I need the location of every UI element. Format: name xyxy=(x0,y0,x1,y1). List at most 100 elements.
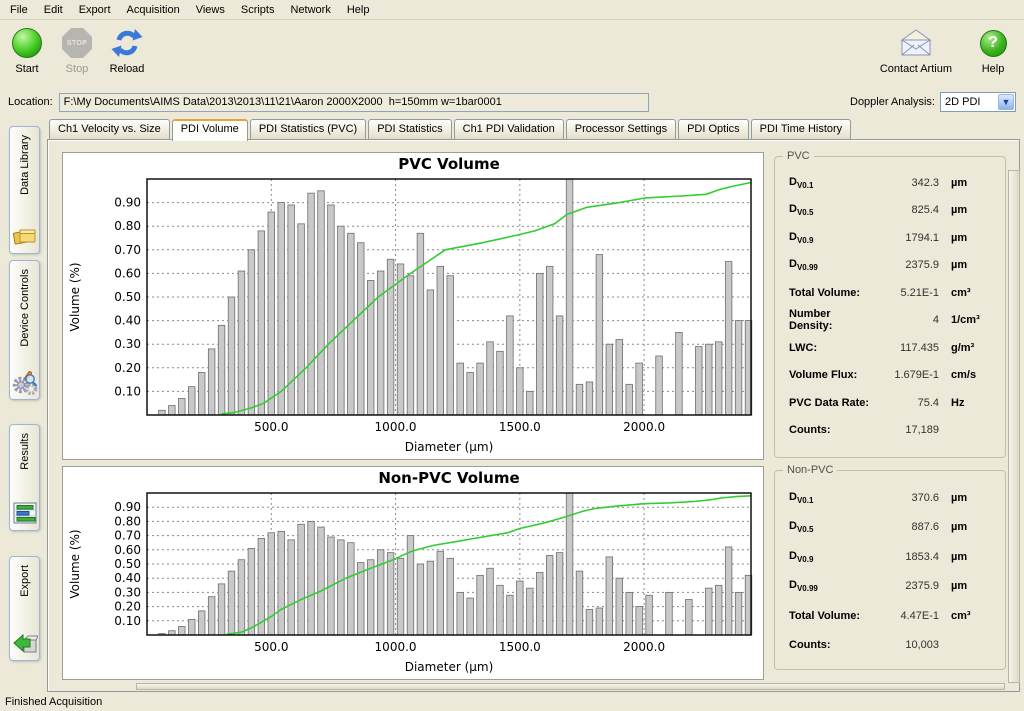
tab-ch1-pdi-validation[interactable]: Ch1 PDI Validation xyxy=(454,119,564,139)
contact-artium-label: Contact Artium xyxy=(880,63,952,75)
stat-unit: cm³ xyxy=(951,287,997,299)
svg-text:0.70: 0.70 xyxy=(114,243,141,257)
chart-svg: 0.100.200.300.400.500.600.700.800.90500.… xyxy=(63,467,763,679)
y-axis-label: Volume (%) xyxy=(68,529,82,598)
menu-item-export[interactable]: Export xyxy=(71,1,119,19)
status-bar: Finished Acquisition xyxy=(0,692,1024,711)
tab-content: 0.100.200.300.400.500.600.700.800.90500.… xyxy=(47,139,1020,692)
help-button-label: Help xyxy=(982,63,1005,75)
svg-text:0.80: 0.80 xyxy=(114,514,141,528)
stat-label: DV0.1 xyxy=(789,176,875,190)
app-window: { "menu": { "items": ["File", "Edit", "E… xyxy=(0,0,1024,711)
pvc-volume-chart: 0.100.200.300.400.500.600.700.800.90500.… xyxy=(62,152,764,460)
stat-value: 4.47E-1 xyxy=(875,610,939,622)
start-button[interactable]: Start xyxy=(8,25,46,75)
toolbar-left-group: Start STOP Stop Reload xyxy=(8,25,146,75)
svg-text:0.30: 0.30 xyxy=(114,337,141,351)
export-arrow-icon xyxy=(12,630,38,656)
stat-value: 117.435 xyxy=(875,342,939,354)
sidebar-item-data-library[interactable]: Data Library xyxy=(9,126,40,254)
envelope-icon xyxy=(898,28,934,58)
stop-icon: STOP xyxy=(62,28,92,58)
tab-ch1-velocity-vs-size[interactable]: Ch1 Velocity vs. Size xyxy=(49,119,170,139)
stat-value: 1853.4 xyxy=(875,551,939,563)
svg-text:0.10: 0.10 xyxy=(114,384,141,398)
menu-item-views[interactable]: Views xyxy=(188,1,233,19)
gears-icon xyxy=(12,369,38,395)
menu-item-acquisition[interactable]: Acquisition xyxy=(119,1,188,19)
stat-label: Number Density: xyxy=(789,308,875,332)
tab-pdi-optics[interactable]: PDI Optics xyxy=(678,119,749,139)
location-bar: Location: Doppler Analysis: 2D PDI ▼ xyxy=(0,86,1024,118)
stat-unit: cm/s xyxy=(951,369,997,381)
chevron-down-icon[interactable]: ▼ xyxy=(998,94,1014,110)
svg-text:2000.0: 2000.0 xyxy=(623,420,665,434)
stat-row: PVC Data Rate:75.4Hz xyxy=(775,389,1005,417)
stat-unit: µm xyxy=(951,492,997,504)
contact-artium-button[interactable]: Contact Artium xyxy=(880,25,952,75)
svg-text:0.90: 0.90 xyxy=(114,500,141,514)
svg-text:1000.0: 1000.0 xyxy=(375,640,417,654)
stop-button[interactable]: STOP Stop xyxy=(58,25,96,75)
sidebar-item-label: Device Controls xyxy=(19,269,31,347)
sidebar-item-label: Data Library xyxy=(19,135,31,195)
stat-label: Counts: xyxy=(789,424,875,436)
sidebar-item-export[interactable]: Export xyxy=(9,556,40,661)
main-area: Data Library Device Controls Results xyxy=(0,118,1024,692)
menu-item-network[interactable]: Network xyxy=(282,1,338,19)
non-pvc-stats-groupbox: Non-PVC DV0.1370.6µmDV0.5887.6µmDV0.9185… xyxy=(774,470,1006,670)
stat-unit: µm xyxy=(951,259,997,271)
svg-text:500.0: 500.0 xyxy=(254,640,288,654)
start-button-label: Start xyxy=(15,63,38,75)
help-icon: ? xyxy=(980,30,1007,57)
svg-text:0.40: 0.40 xyxy=(114,314,141,328)
svg-text:1000.0: 1000.0 xyxy=(375,420,417,434)
stat-value: 75.4 xyxy=(875,397,939,409)
stat-value: 887.6 xyxy=(875,521,939,533)
horizontal-scrollbar[interactable] xyxy=(136,683,1005,690)
stat-row: DV0.91794.1µm xyxy=(775,224,1005,252)
svg-text:0.80: 0.80 xyxy=(114,219,141,233)
tab-bar: Ch1 Velocity vs. SizePDI VolumePDI Stati… xyxy=(47,119,1020,140)
menu-item-help[interactable]: Help xyxy=(339,1,378,19)
non-pvc-volume-chart: 0.100.200.300.400.500.600.700.800.90500.… xyxy=(62,466,764,680)
help-button[interactable]: ? Help xyxy=(974,25,1012,75)
stat-unit: µm xyxy=(951,580,997,592)
stat-label: DV0.9 xyxy=(789,550,875,564)
svg-text:0.40: 0.40 xyxy=(114,571,141,585)
tab-processor-settings[interactable]: Processor Settings xyxy=(566,119,676,139)
doppler-analysis-label: Doppler Analysis: xyxy=(850,96,935,108)
doppler-analysis-group: Doppler Analysis: 2D PDI ▼ xyxy=(850,92,1016,112)
stat-row: LWC:117.435g/m³ xyxy=(775,334,1005,362)
location-input[interactable] xyxy=(59,93,649,112)
svg-text:0.70: 0.70 xyxy=(114,529,141,543)
stat-value: 825.4 xyxy=(875,204,939,216)
stat-label: Total Volume: xyxy=(789,287,875,299)
tab-pdi-time-history[interactable]: PDI Time History xyxy=(751,119,852,139)
menu-item-edit[interactable]: Edit xyxy=(36,1,71,19)
sidebar-item-device-controls[interactable]: Device Controls xyxy=(9,260,40,400)
stat-row: DV0.1370.6µm xyxy=(775,483,1005,513)
vertical-scrollbar[interactable] xyxy=(1008,170,1020,683)
reload-button[interactable]: Reload xyxy=(108,25,146,75)
stat-value: 1.679E-1 xyxy=(875,369,939,381)
stat-row: Counts:17,189 xyxy=(775,417,1005,445)
menu-item-file[interactable]: File xyxy=(2,1,36,19)
tab-pdi-volume[interactable]: PDI Volume xyxy=(172,119,248,141)
tab-pdi-statistics-pvc-[interactable]: PDI Statistics (PVC) xyxy=(250,119,366,139)
svg-text:1500.0: 1500.0 xyxy=(499,420,541,434)
stat-row: DV0.992375.9µm xyxy=(775,252,1005,280)
tab-pdi-statistics[interactable]: PDI Statistics xyxy=(368,119,451,139)
stat-value: 342.3 xyxy=(875,177,939,189)
x-axis-label: Diameter (µm) xyxy=(405,660,494,674)
doppler-analysis-select[interactable]: 2D PDI ▼ xyxy=(940,92,1016,112)
stat-row: Total Volume:5.21E-1 cm³ xyxy=(775,279,1005,307)
stat-value: 4 xyxy=(875,314,939,326)
stat-row: Total Volume:4.47E-1cm³ xyxy=(775,601,1005,631)
stat-unit: g/m³ xyxy=(951,342,997,354)
stat-value: 5.21E-1 xyxy=(875,287,939,299)
menu-item-scripts[interactable]: Scripts xyxy=(233,1,283,19)
x-axis-label: Diameter (µm) xyxy=(405,440,494,454)
pvc-stats-groupbox: PVC DV0.1342.3µmDV0.5825.4µmDV0.91794.1µ… xyxy=(774,156,1006,458)
sidebar-item-results[interactable]: Results xyxy=(9,424,40,531)
